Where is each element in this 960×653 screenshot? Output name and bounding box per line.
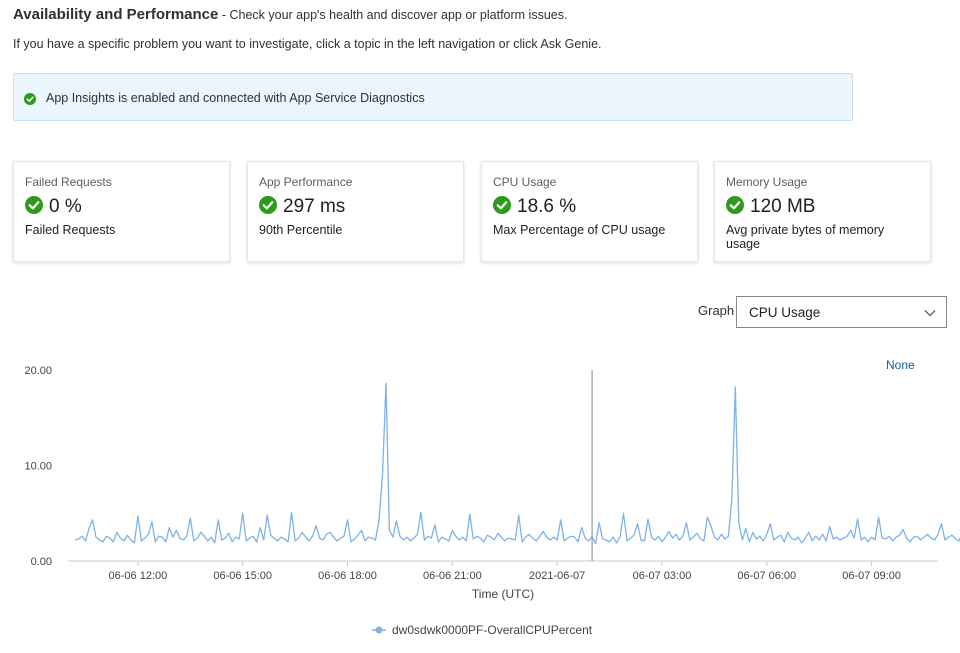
intro-text: If you have a specific problem you want … (13, 37, 602, 51)
x-tick-label: 2021-06-07 (529, 570, 585, 582)
card-subtext: Failed Requests (25, 223, 116, 237)
check-circle-icon (726, 196, 744, 214)
card-subtext: Avg private bytes of memory usage (726, 223, 885, 251)
y-tick-label: 10.00 (24, 461, 52, 473)
x-tick-label: 06-06 12:00 (109, 570, 168, 582)
check-circle-icon (24, 93, 36, 105)
chart-legend[interactable]: dw0sdwk0000PF-OverallCPUPercent (372, 623, 593, 637)
series-layer (74, 382, 960, 545)
y-axis: 0.00 10.00 20.00 (24, 365, 52, 568)
app-performance-card[interactable]: App Performance 297 ms 90th Percentile (247, 161, 464, 262)
banner-text: App Insights is enabled and connected wi… (46, 91, 425, 105)
legend-dot-marker (375, 626, 383, 634)
page-subtitle: - Check your app's health and discover a… (218, 8, 568, 22)
chevron-down-icon (924, 310, 936, 317)
cpu-usage-chart: 0.0010.0020.00 06-06 12:00 06-06 15:00 06-… (24, 365, 960, 637)
check-circle-icon (493, 196, 511, 214)
card-label: Failed Requests (25, 175, 112, 189)
card-subtext: 90th Percentile (259, 223, 343, 237)
card-value: 18.6 % (493, 196, 576, 218)
x-tick-label: 06-07 09:00 (842, 570, 901, 582)
card-value-text: 297 ms (283, 196, 346, 217)
card-subtext: Max Percentage of CPU usage (493, 223, 666, 237)
y-tick-label: 20.00 (24, 365, 52, 377)
card-value-text: 0 % (49, 196, 82, 217)
x-axis-title: Time (UTC) (472, 587, 534, 601)
x-axis: 06-06 12:00 06-06 15:00 06-06 18:00 06-06 2… (109, 561, 901, 582)
card-value: 120 MB (726, 196, 815, 218)
card-value-text: 120 MB (750, 196, 816, 217)
card-label: CPU Usage (493, 175, 557, 189)
x-tick-label: 06-06 21:00 (423, 570, 482, 582)
x-tick-label: 06-07 03:00 (633, 570, 692, 582)
check-circle-icon (25, 196, 43, 214)
graph-dropdown[interactable]: CPU Usage (736, 296, 947, 328)
card-value-text: 18.6 % (517, 196, 577, 217)
check-circle-icon (259, 196, 277, 214)
legend-series-label: dw0sdwk0000PF-OverallCPUPercent (392, 623, 593, 637)
app-insights-banner: App Insights is enabled and connected wi… (13, 73, 853, 121)
series-line-0 (74, 382, 960, 545)
page-header: Availability and Performance - Check you… (13, 6, 567, 23)
card-label: App Performance (259, 175, 353, 189)
x-tick-label: 06-06 18:00 (318, 570, 377, 582)
x-tick-label: 06-06 15:00 (213, 570, 272, 582)
page-title: Availability and Performance (13, 6, 219, 23)
y-tick-label: 0.00 (31, 556, 52, 568)
card-value: 0 % (25, 196, 82, 218)
memory-usage-card[interactable]: Memory Usage 120 MB Avg private bytes of… (714, 161, 931, 262)
graph-dropdown-value: CPU Usage (749, 305, 821, 320)
graph-label: Graph (698, 303, 735, 318)
card-value: 297 ms (259, 196, 345, 218)
failed-requests-card[interactable]: Failed Requests 0 % Failed Requests (13, 161, 230, 262)
x-tick-label: 06-07 06:00 (737, 570, 796, 582)
card-label: Memory Usage (726, 175, 808, 189)
cpu-usage-card[interactable]: CPU Usage 18.6 % Max Percentage of CPU u… (481, 161, 698, 262)
